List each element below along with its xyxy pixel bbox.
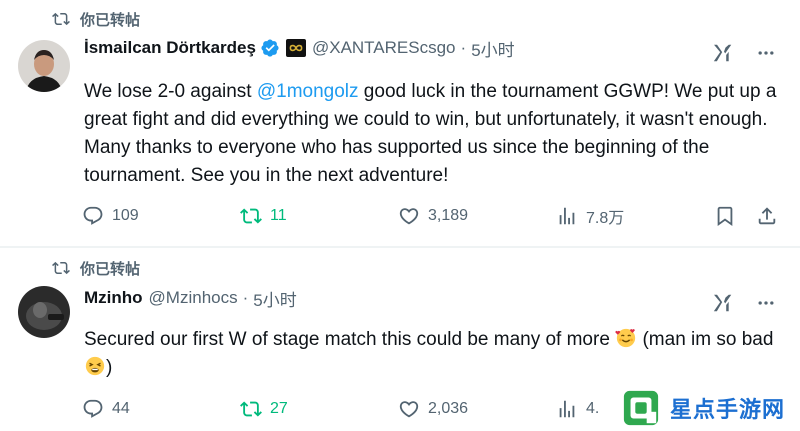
tweet-1[interactable]: 你已转帖 İsmailcan Dörtkardeş @XANTAREScsgo … (0, 0, 800, 246)
author-name[interactable]: İsmailcan Dörtkardeş (84, 38, 256, 58)
reply-button[interactable]: 44 (82, 395, 130, 423)
tweet-text-part: Secured our first W of stage match this … (84, 329, 616, 350)
separator-dot: · (242, 288, 249, 307)
author-name[interactable]: Mzinho (84, 288, 143, 308)
watermark: 星点手游网 (618, 385, 800, 431)
analytics-icon (559, 400, 575, 418)
tired-face-icon (85, 356, 105, 376)
author-handle[interactable]: @XANTAREScsgo (312, 38, 456, 58)
reply-icon (83, 206, 103, 225)
verified-badge-icon (261, 39, 279, 57)
tweet-header: Mzinho @Mzinhocs · 5小时 (84, 286, 297, 310)
watermark-logo-icon (623, 390, 659, 426)
timestamp[interactable]: 5小时 (471, 36, 514, 61)
tweet-top-actions (712, 292, 776, 314)
share-button[interactable] (756, 202, 778, 230)
views-button[interactable]: 7.8万 (556, 202, 624, 230)
bookmark-button[interactable] (714, 202, 736, 230)
repost-count: 27 (270, 400, 288, 417)
repost-button[interactable]: 11 (240, 202, 287, 230)
avatar[interactable] (18, 40, 70, 92)
repost-icon (52, 12, 70, 26)
more-options-icon[interactable] (756, 293, 776, 313)
like-button[interactable]: 2,036 (398, 395, 468, 423)
mention-link[interactable]: @1mongolz (257, 81, 359, 102)
avatar[interactable] (18, 286, 70, 338)
like-count: 3,189 (428, 207, 469, 224)
tweet-text-part: ) (106, 357, 113, 378)
more-options-icon[interactable] (756, 43, 776, 63)
share-icon (758, 207, 776, 225)
separator-dot: · (460, 38, 467, 57)
grok-icon[interactable] (712, 292, 734, 314)
tweet-top-actions (712, 42, 776, 64)
repost-indicator: 你已转帖 (52, 258, 140, 278)
repost-indicator: 你已转帖 (52, 9, 140, 29)
reply-count: 109 (112, 207, 139, 224)
smiling-face-with-hearts-icon (615, 328, 636, 348)
tweet-text-part: We lose 2-0 against (84, 81, 257, 102)
repost-label: 你已转帖 (80, 260, 141, 278)
timestamp[interactable]: 5小时 (253, 286, 296, 311)
grok-icon[interactable] (712, 42, 734, 64)
like-button[interactable]: 3,189 (398, 202, 468, 230)
repost-icon (240, 401, 262, 417)
action-bar: 109 11 3,189 7.8万 (82, 202, 782, 230)
watermark-text: 星点手游网 (670, 397, 786, 422)
bookmark-icon (717, 206, 733, 227)
repost-label: 你已转帖 (80, 11, 141, 29)
repost-count: 11 (270, 207, 287, 224)
analytics-icon (559, 207, 575, 225)
tweet-text: We lose 2-0 against @1mongolz good luck … (84, 78, 784, 190)
repost-icon (52, 261, 70, 275)
tweet-text: Secured our first W of stage match this … (84, 326, 784, 382)
repost-icon (240, 208, 262, 224)
heart-icon (399, 208, 419, 225)
like-count: 2,036 (428, 400, 469, 417)
view-count: 7.8万 (586, 210, 625, 227)
author-handle[interactable]: @Mzinhocs (149, 288, 238, 308)
tweet-text-part: (man im so bad (637, 329, 774, 350)
reply-button[interactable]: 109 (82, 202, 139, 230)
reply-icon (83, 399, 103, 418)
view-count: 4. (586, 400, 600, 417)
tweet-header: İsmailcan Dörtkardeş @XANTAREScsgo · 5小时 (84, 36, 515, 60)
views-button[interactable]: 4. (556, 395, 599, 423)
affiliation-badge-icon[interactable] (285, 39, 306, 57)
heart-icon (399, 401, 419, 418)
reply-count: 44 (112, 400, 130, 417)
repost-button[interactable]: 27 (240, 395, 288, 423)
